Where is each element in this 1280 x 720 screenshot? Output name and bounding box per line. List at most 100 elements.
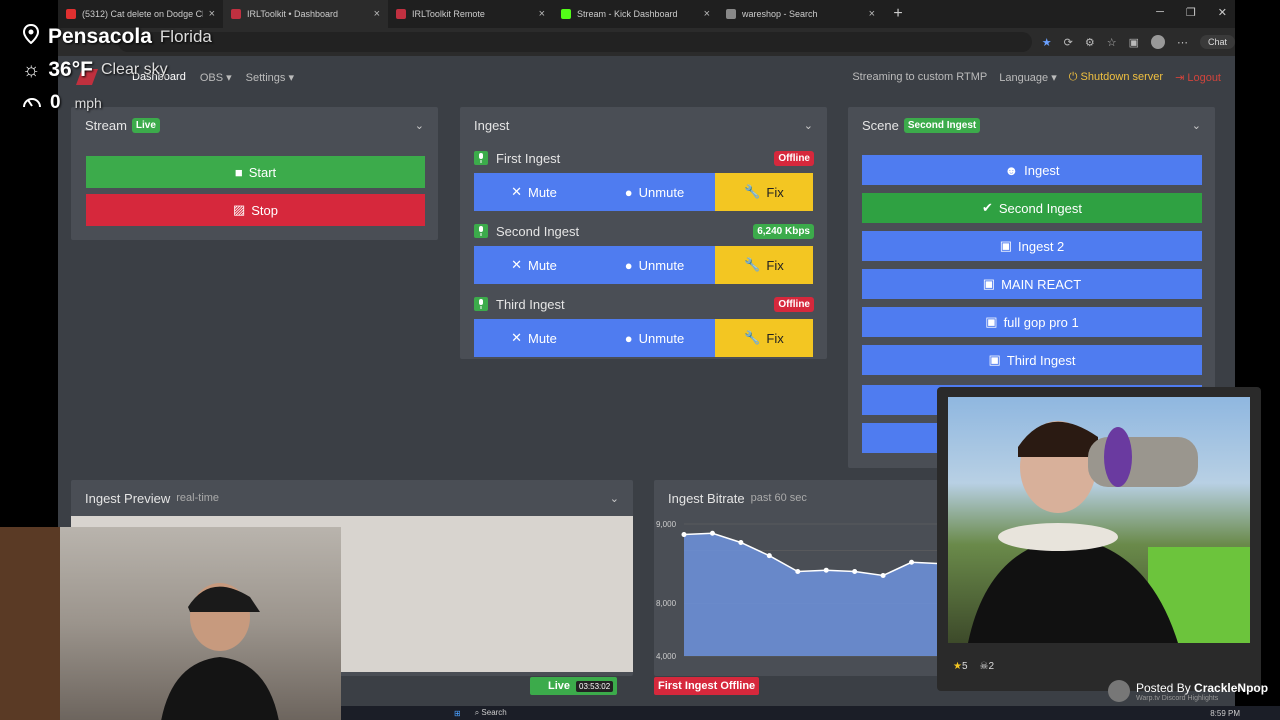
posted-source: Warp.tv Discord Highlights [1136, 694, 1219, 702]
language-dropdown[interactable]: Language ▾ [999, 71, 1057, 84]
scene-button[interactable]: ✔ Second Ingest [862, 193, 1202, 223]
start-stream-button[interactable]: ■ Start [86, 156, 425, 188]
close-tab-icon[interactable]: × [704, 8, 710, 20]
chevron-down-icon[interactable]: ⌄ [415, 119, 424, 132]
bitrate-chart: 9,000 8,000 4,000 [656, 520, 943, 661]
live-label: Live [548, 680, 571, 692]
unmute-button[interactable]: ● Unmute [594, 319, 715, 357]
reaction-stats: ★5 ☠2 [953, 661, 994, 672]
ingest-name: Second Ingest [496, 223, 580, 239]
unmute-button[interactable]: ● Unmute [594, 173, 715, 211]
webcam-feed [0, 527, 341, 720]
ingest-status-badge: 6,240 Kbps [753, 223, 814, 239]
microphone-slash-icon: ✕ [511, 184, 522, 199]
taskbar-search[interactable]: ⌕ Search [475, 708, 507, 718]
card-title: Ingest Preview [85, 490, 171, 506]
speed-value: 0 [50, 92, 61, 113]
address-bar: ★ ⟳ ⚙ ☆ ▣ ⋯ Chat [58, 28, 1235, 56]
highlight-photo [948, 397, 1250, 643]
ingest-offline-badge: First Ingest Offline [654, 677, 760, 695]
windows-start-icon[interactable]: ⊞ [454, 709, 461, 718]
stop-stream-button[interactable]: ▨ Stop [86, 194, 425, 226]
fix-button[interactable]: 🔧 Fix [715, 173, 813, 211]
mute-button[interactable]: ✕ Mute [474, 246, 594, 284]
tab-title: (5312) Cat delete on Dodge Charg [82, 9, 203, 19]
fix-button[interactable]: 🔧 Fix [715, 246, 813, 284]
browser-tab[interactable]: IRLToolkit • Dashboard × [223, 0, 388, 28]
collections-icon[interactable]: ▣ [1129, 36, 1139, 49]
close-tab-icon[interactable]: × [374, 8, 380, 20]
card-title: Ingest Bitrate [668, 490, 745, 506]
scene-label: Ingest [1024, 162, 1060, 178]
minimize-icon[interactable]: ─ [1156, 6, 1164, 19]
windows-taskbar: ⊞ ⌕ Search 8:59 PM [341, 706, 1280, 720]
star-count: 5 [961, 661, 968, 672]
card-title: Scene [862, 117, 899, 133]
close-tab-icon[interactable]: × [539, 8, 545, 20]
wrench-icon: 🔧 [744, 184, 761, 199]
posted-by-label: Posted By [1136, 680, 1191, 695]
nav-settings[interactable]: Settings ▾ [246, 71, 294, 84]
tab-title: wareshop - Search [742, 9, 818, 19]
browser-tab[interactable]: wareshop - Search × [718, 0, 883, 28]
shutdown-button[interactable]: ⏻ Shutdown server [1069, 71, 1163, 84]
scene-button[interactable]: ▣ full gop pro 1 [862, 307, 1202, 337]
mute-button[interactable]: ✕ Mute [474, 319, 594, 357]
bitrate-point [709, 530, 715, 536]
unmute-label: Unmute [638, 330, 685, 346]
close-tab-icon[interactable]: × [869, 8, 875, 20]
scene-button[interactable]: ▣ Ingest 2 [862, 231, 1202, 261]
scene-button[interactable]: ▣ Third Ingest [862, 345, 1202, 375]
ingest-row: Third Ingest Offline ✕ Mute ● Unmute 🔧 Fix [474, 293, 814, 357]
scene-label: full gop pro 1 [1003, 314, 1079, 330]
speed-unit: mph [74, 95, 102, 111]
chevron-down-icon[interactable]: ⌄ [804, 119, 813, 132]
unmute-button[interactable]: ● Unmute [594, 246, 715, 284]
tab-favicon [561, 9, 571, 19]
extension-icon[interactable]: ⚙ [1085, 36, 1095, 49]
tab-title: Stream - Kick Dashboard [577, 9, 678, 19]
more-menu-icon[interactable]: ⋯ [1177, 36, 1188, 49]
bitrate-point [823, 567, 829, 573]
mute-label: Mute [528, 184, 557, 200]
close-tab-icon[interactable]: × [209, 8, 215, 20]
close-window-icon[interactable]: ✕ [1218, 6, 1227, 19]
highlight-photo-card: ★5 ☠2 [937, 387, 1261, 691]
card-title: Stream [85, 117, 127, 133]
scene-button[interactable]: ☻ Ingest [862, 155, 1202, 185]
shutdown-label: Shutdown server [1080, 70, 1164, 83]
bookmark-star-icon[interactable]: ★ [1042, 36, 1052, 49]
new-tab-button[interactable]: + [883, 5, 913, 23]
live-duration: 03:53:02 [576, 680, 614, 692]
browser-tab[interactable]: Stream - Kick Dashboard × [553, 0, 718, 28]
url-input[interactable] [118, 32, 1032, 52]
chevron-down-icon[interactable]: ⌄ [610, 492, 619, 505]
ingest-name: Third Ingest [496, 296, 565, 312]
profile-avatar[interactable] [1150, 35, 1165, 49]
chevron-down-icon[interactable]: ⌄ [1192, 119, 1201, 132]
copilot-chat-button[interactable]: Chat [1199, 35, 1235, 49]
tab-favicon [726, 9, 736, 19]
mute-button[interactable]: ✕ Mute [474, 173, 594, 211]
maximize-icon[interactable]: ❐ [1186, 6, 1196, 19]
scene-button[interactable]: ▣ MAIN REACT [862, 269, 1202, 299]
scene-label: Second Ingest [998, 200, 1083, 216]
weather-overlay: ☼ 36°F Clear sky [22, 58, 168, 82]
microphone-slash-icon: ✕ [511, 330, 522, 345]
star-icon: ★ [953, 661, 962, 672]
window-controls: ─ ❐ ✕ [1156, 6, 1227, 19]
logout-button[interactable]: ⇥ Logout [1175, 71, 1221, 84]
webcam-background [0, 527, 60, 720]
favorites-icon[interactable]: ☆ [1107, 36, 1117, 49]
fix-button[interactable]: 🔧 Fix [715, 319, 813, 357]
microphone-icon: ● [624, 257, 633, 273]
browser-tab[interactable]: IRLToolkit Remote × [388, 0, 553, 28]
ingest-status-badge: Offline [774, 296, 814, 312]
bitrate-point [880, 572, 886, 578]
extension-icon[interactable]: ⟳ [1064, 36, 1073, 49]
nav-obs[interactable]: OBS ▾ [200, 71, 232, 84]
state-name: Florida [159, 26, 212, 46]
logout-label: Logout [1187, 71, 1221, 84]
bitrate-point [738, 539, 744, 545]
start-label: Start [248, 164, 277, 180]
